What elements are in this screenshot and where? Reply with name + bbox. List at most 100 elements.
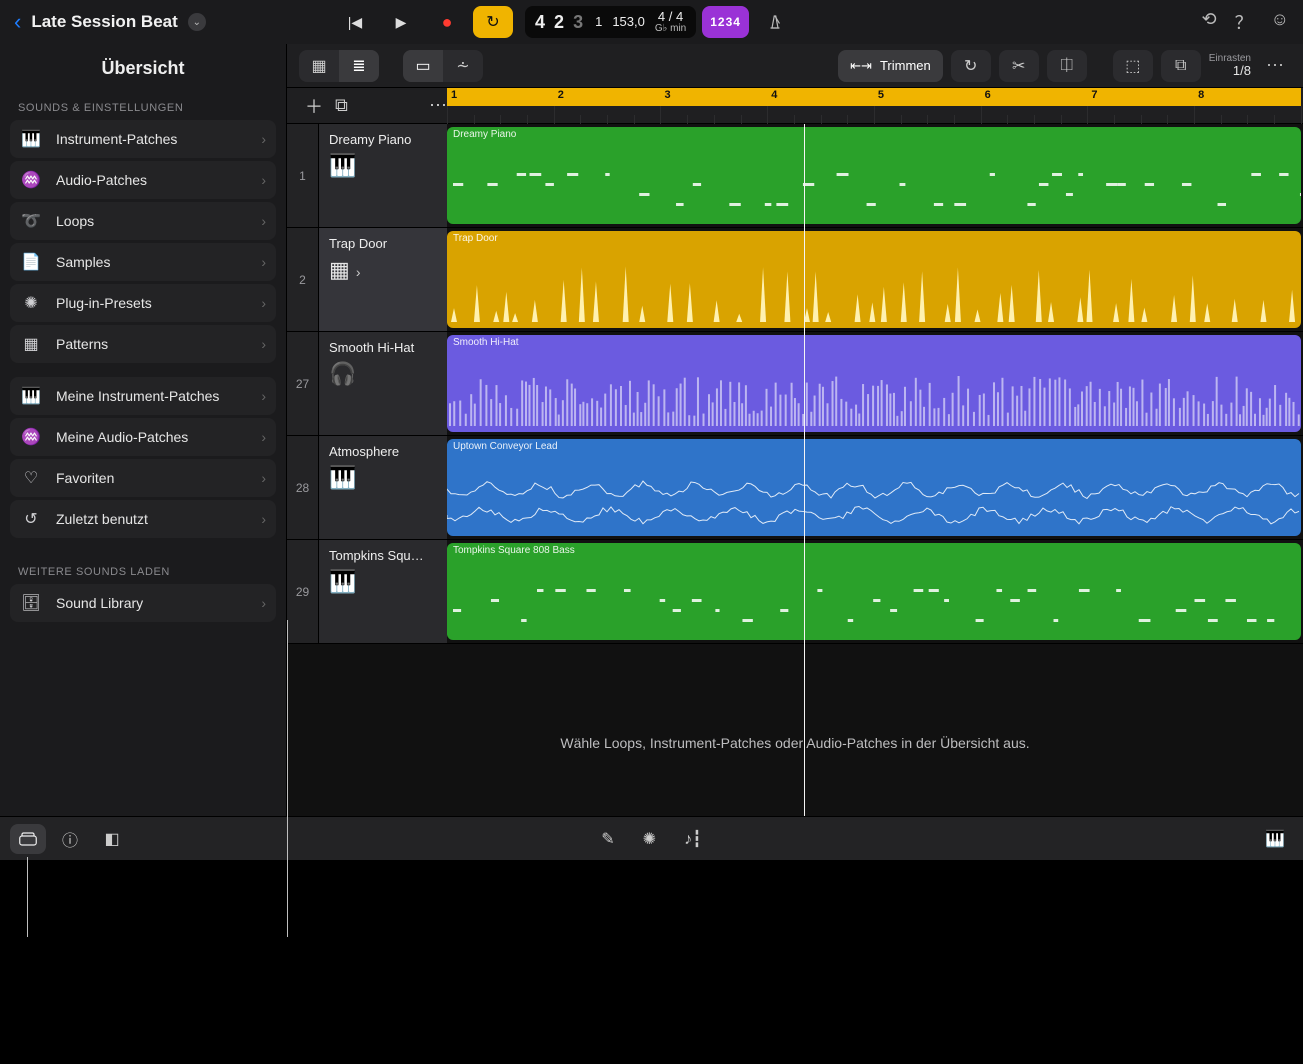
sidebar-item-label: Favoriten (56, 470, 114, 486)
track-options-button[interactable]: ⋯ (429, 95, 447, 116)
ruler-bar-number: 8 (1198, 89, 1204, 101)
more-menu-icon[interactable]: ☺ (1271, 9, 1289, 35)
marquee-tool-button[interactable]: ⬚ (1113, 50, 1153, 82)
toolbar-more-button[interactable]: ⋯ (1259, 55, 1291, 76)
go-to-start-button[interactable]: |◀ (335, 6, 375, 38)
sidebar-item-label: Zuletzt benutzt (56, 511, 148, 527)
snap-display[interactable]: Einrasten 1/8 (1209, 53, 1251, 78)
grid-view-button[interactable]: ▦ (299, 50, 339, 82)
sidebar-item-label: Meine Instrument-Patches (56, 388, 219, 404)
tracks-area[interactable]: 1 Dreamy Piano 🎹 Dreamy Piano 2 Trap Doo… (287, 124, 1303, 816)
track-lane[interactable]: Tompkins Square 808 Bass (447, 540, 1303, 643)
automation-view-button[interactable]: ⩪ (443, 50, 483, 82)
region[interactable]: Smooth Hi-Hat (447, 335, 1301, 432)
track-number: 28 (287, 436, 319, 539)
sidebar-item-label: Audio-Patches (56, 172, 147, 188)
region[interactable]: Dreamy Piano (447, 127, 1301, 224)
split-tool-button[interactable]: ⎅ (1047, 50, 1087, 82)
track-number: 2 (287, 228, 319, 331)
undo-icon[interactable]: ⟲ (1202, 9, 1217, 35)
project-title[interactable]: Late Session Beat (31, 12, 177, 32)
play-button[interactable]: ▶ (381, 6, 421, 38)
view-mode-chip[interactable]: 1234 (702, 6, 749, 38)
fx-panel-button[interactable]: ✺ (643, 829, 656, 849)
sidebar-item[interactable]: ➰Loops› (10, 202, 276, 240)
cycle-button[interactable]: ↻ (473, 6, 513, 38)
track-name: Trap Door (329, 236, 437, 251)
loop-tool-button[interactable]: ↻ (951, 50, 991, 82)
info-panel-button[interactable]: ⓘ (52, 824, 88, 854)
track-instrument-icon: 🎹 (329, 569, 437, 595)
duplicate-track-button[interactable]: ⧉ (335, 95, 348, 116)
sidebar-item-icon: ♒ (20, 170, 42, 190)
keyboard-panel-button[interactable]: 🎹 (1257, 824, 1293, 854)
sidebar-item[interactable]: ♒Meine Audio-Patches› (10, 418, 276, 456)
track-header[interactable]: 1 Dreamy Piano 🎹 (287, 124, 447, 227)
scissors-tool-button[interactable]: ✂ (999, 50, 1039, 82)
track-lane[interactable]: Uptown Conveyor Lead (447, 436, 1303, 539)
sidebar-item[interactable]: 🎹Instrument-Patches› (10, 120, 276, 158)
lcd-display[interactable]: 4 2 3 1 153,0 4 / 4G♭ min (525, 6, 696, 38)
sidebar-item[interactable]: 🎹Meine Instrument-Patches› (10, 377, 276, 415)
timesig-key-readout[interactable]: 4 / 4G♭ min (655, 10, 686, 34)
sidebar-item[interactable]: ✺Plug-in-Presets› (10, 284, 276, 322)
sidebar-item[interactable]: 📄Samples› (10, 243, 276, 281)
browser-toggle-button[interactable] (10, 824, 46, 854)
sidebar-item-label: Loops (56, 213, 94, 229)
track-lane[interactable]: Smooth Hi-Hat (447, 332, 1303, 435)
mixer-panel-button[interactable]: ♪┇ (684, 829, 702, 849)
track-header[interactable]: 28 Atmosphere 🎹 (287, 436, 447, 539)
record-button[interactable]: ● (427, 6, 467, 38)
ruler-bar-number: 6 (985, 89, 991, 101)
track-number: 1 (287, 124, 319, 227)
region[interactable]: Trap Door (447, 231, 1301, 328)
metronome-button[interactable] (755, 6, 795, 38)
browser-sidebar: Übersicht SOUNDS & EINSTELLUNGEN 🎹Instru… (0, 44, 287, 816)
chevron-right-icon: › (261, 429, 266, 445)
trim-tool-button[interactable]: ⇤⇥ Trimmen (838, 50, 943, 82)
view-segment-right: ▭ ⩪ (403, 50, 483, 82)
back-button[interactable]: ‹ (14, 9, 21, 35)
timeline-ruler[interactable]: 123456789 (447, 88, 1303, 124)
list-view-button[interactable]: ≣ (339, 50, 379, 82)
track-instrument-icon: 🎹 (329, 465, 437, 491)
sidebar-item-icon: ➰ (20, 211, 42, 231)
sidebar-item[interactable]: ▦Patterns› (10, 325, 276, 363)
sidebar-item[interactable]: 🗄Sound Library› (10, 584, 276, 622)
track-lane[interactable]: Trap Door (447, 228, 1303, 331)
view-segment-left: ▦ ≣ (299, 50, 379, 82)
sidebar-item[interactable]: ♡Favoriten› (10, 459, 276, 497)
sidebar-item-label: Samples (56, 254, 110, 270)
copy-tool-button[interactable]: ⧉ (1161, 50, 1201, 82)
region-label: Dreamy Piano (453, 129, 516, 140)
add-track-button[interactable]: ＋ (305, 93, 323, 119)
track-header[interactable]: 2 Trap Door ▦ › (287, 228, 447, 331)
track-header[interactable]: 27 Smooth Hi-Hat 🎧 (287, 332, 447, 435)
track-lane[interactable]: Dreamy Piano (447, 124, 1303, 227)
help-icon[interactable]: ？ (1235, 9, 1253, 35)
side-panel-button[interactable]: ◧ (94, 824, 130, 854)
region-view-button[interactable]: ▭ (403, 50, 443, 82)
track-name: Atmosphere (329, 444, 437, 459)
region[interactable]: Uptown Conveyor Lead (447, 439, 1301, 536)
region-label: Tompkins Square 808 Bass (453, 545, 575, 556)
track-name: Dreamy Piano (329, 132, 437, 147)
chevron-right-icon: › (261, 388, 266, 404)
project-menu-chevron-icon[interactable]: ⌄ (188, 13, 206, 31)
sidebar-item[interactable]: ♒ Audio-Patches › (10, 161, 276, 199)
chevron-right-icon: › (261, 172, 266, 188)
sidebar-section-more: WEITERE SOUNDS LADEN (0, 556, 286, 584)
region[interactable]: Tompkins Square 808 Bass (447, 543, 1301, 640)
trim-label: Trimmen (880, 58, 931, 73)
sidebar-item-icon: ▦ (20, 334, 42, 354)
chevron-right-icon: › (261, 336, 266, 352)
edit-panel-button[interactable]: ✎ (601, 829, 614, 849)
tempo-readout[interactable]: 153,0 (612, 15, 645, 29)
sidebar-item[interactable]: ↺Zuletzt benutzt› (10, 500, 276, 538)
region-waveform (447, 366, 1301, 426)
track-instrument-icon: 🎧 (329, 361, 437, 387)
track-header[interactable]: 29 Tompkins Squ… 🎹 (287, 540, 447, 643)
region-waveform (447, 574, 1301, 634)
sidebar-item-icon: ♡ (20, 468, 42, 488)
region-label: Trap Door (453, 233, 498, 244)
